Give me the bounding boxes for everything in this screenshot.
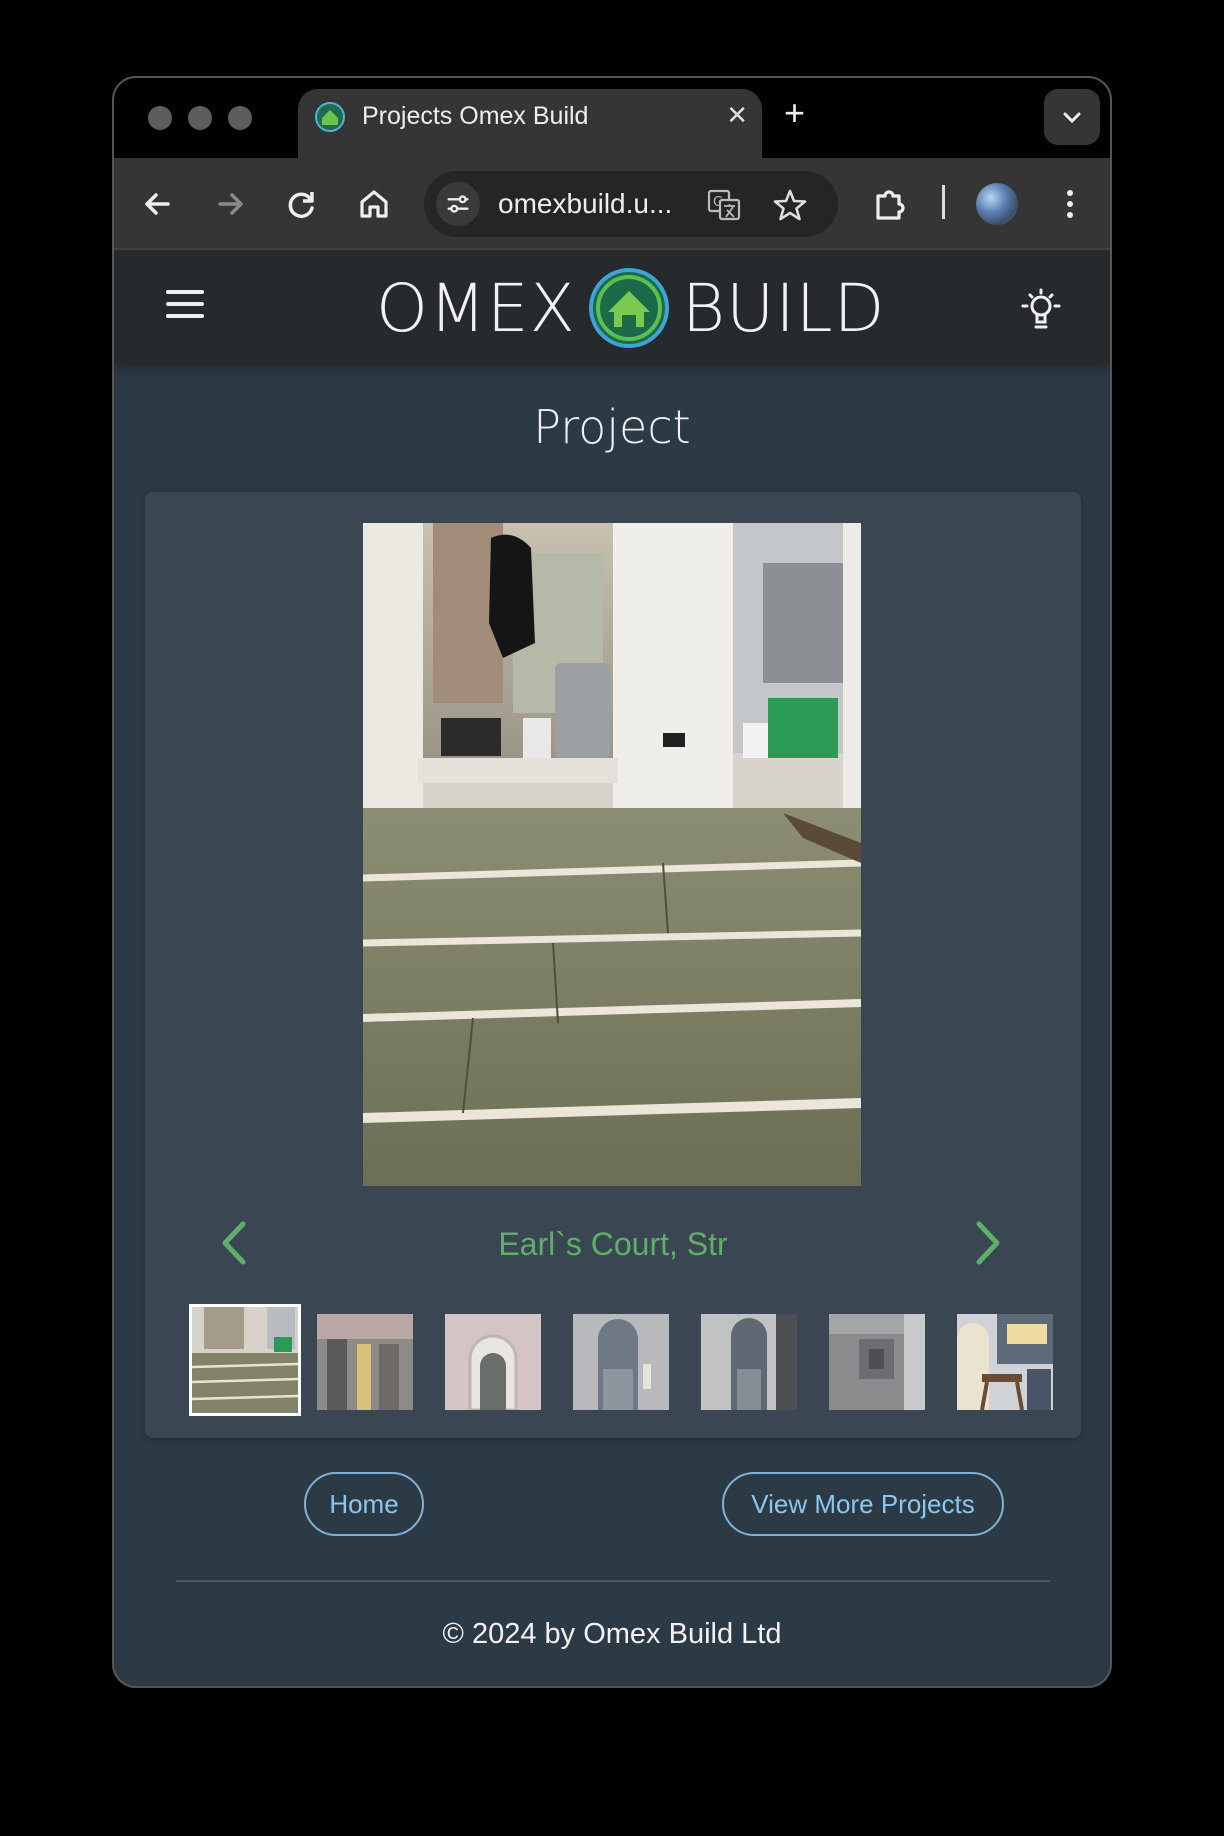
site-logo[interactable]: OMEX BUILD (376, 268, 885, 348)
thumbnail-strip (189, 1304, 1065, 1416)
thumbnail-6[interactable] (829, 1314, 925, 1410)
forward-icon[interactable] (206, 180, 254, 228)
view-more-projects-button[interactable]: View More Projects (722, 1472, 1004, 1536)
more-menu-icon[interactable] (1046, 180, 1094, 228)
site-favicon-icon (315, 102, 345, 132)
chevron-down-icon (1063, 112, 1081, 124)
lightbulb-theme-icon[interactable] (1018, 286, 1064, 332)
thumbnail-2[interactable] (317, 1314, 413, 1410)
url-text: omexbuild.u... (498, 188, 673, 219)
window-minimize-dot[interactable] (188, 106, 212, 130)
footer-copyright: © 2024 by Omex Build Ltd (442, 1618, 782, 1650)
project-caption: Earl`s Court, Str (498, 1226, 728, 1262)
browser-tab-active[interactable]: Projects Omex Build ✕ (298, 89, 762, 158)
home-icon[interactable] (350, 180, 398, 228)
tab-strip: Projects Omex Build ✕ + (114, 78, 1110, 158)
back-icon[interactable] (134, 180, 182, 228)
hamburger-menu-icon[interactable] (166, 290, 204, 318)
thumbnail-1[interactable] (189, 1304, 301, 1416)
house-logo-icon (588, 268, 669, 348)
logo-text-right: BUILD (681, 269, 886, 347)
profile-avatar[interactable] (976, 183, 1018, 225)
thumbnail-7[interactable] (957, 1314, 1053, 1410)
toolbar-divider (942, 185, 945, 219)
extensions-icon[interactable] (866, 180, 914, 228)
site-header: OMEX BUILD (114, 250, 1110, 364)
logo-text-left: OMEX (376, 269, 576, 347)
thumbnail-4[interactable] (573, 1314, 669, 1410)
tab-title: Projects Omex Build (362, 102, 589, 130)
window-maximize-dot[interactable] (228, 106, 252, 130)
browser-window: Projects Omex Build ✕ + omexbuild.u... G… (112, 76, 1112, 1688)
page-title: Project (533, 400, 691, 454)
site-info-icon[interactable] (436, 182, 480, 226)
thumbnail-3[interactable] (445, 1314, 541, 1410)
project-card: Earl`s Court, Str (145, 492, 1081, 1438)
bookmark-star-icon[interactable] (770, 185, 810, 225)
carousel-next-icon[interactable] (967, 1218, 1007, 1268)
browser-toolbar: omexbuild.u... G (114, 158, 1110, 250)
home-button[interactable]: Home (304, 1472, 424, 1536)
reload-icon[interactable] (278, 180, 326, 228)
close-tab-icon[interactable]: ✕ (726, 100, 748, 131)
translate-icon[interactable]: G (706, 187, 742, 223)
new-tab-icon[interactable]: + (784, 92, 805, 134)
address-bar[interactable]: omexbuild.u... G (424, 171, 838, 237)
tab-search-button[interactable] (1044, 89, 1100, 145)
window-close-dot[interactable] (148, 106, 172, 130)
project-main-photo (363, 523, 861, 1186)
footer-divider (176, 1580, 1050, 1582)
thumbnail-5[interactable] (701, 1314, 797, 1410)
